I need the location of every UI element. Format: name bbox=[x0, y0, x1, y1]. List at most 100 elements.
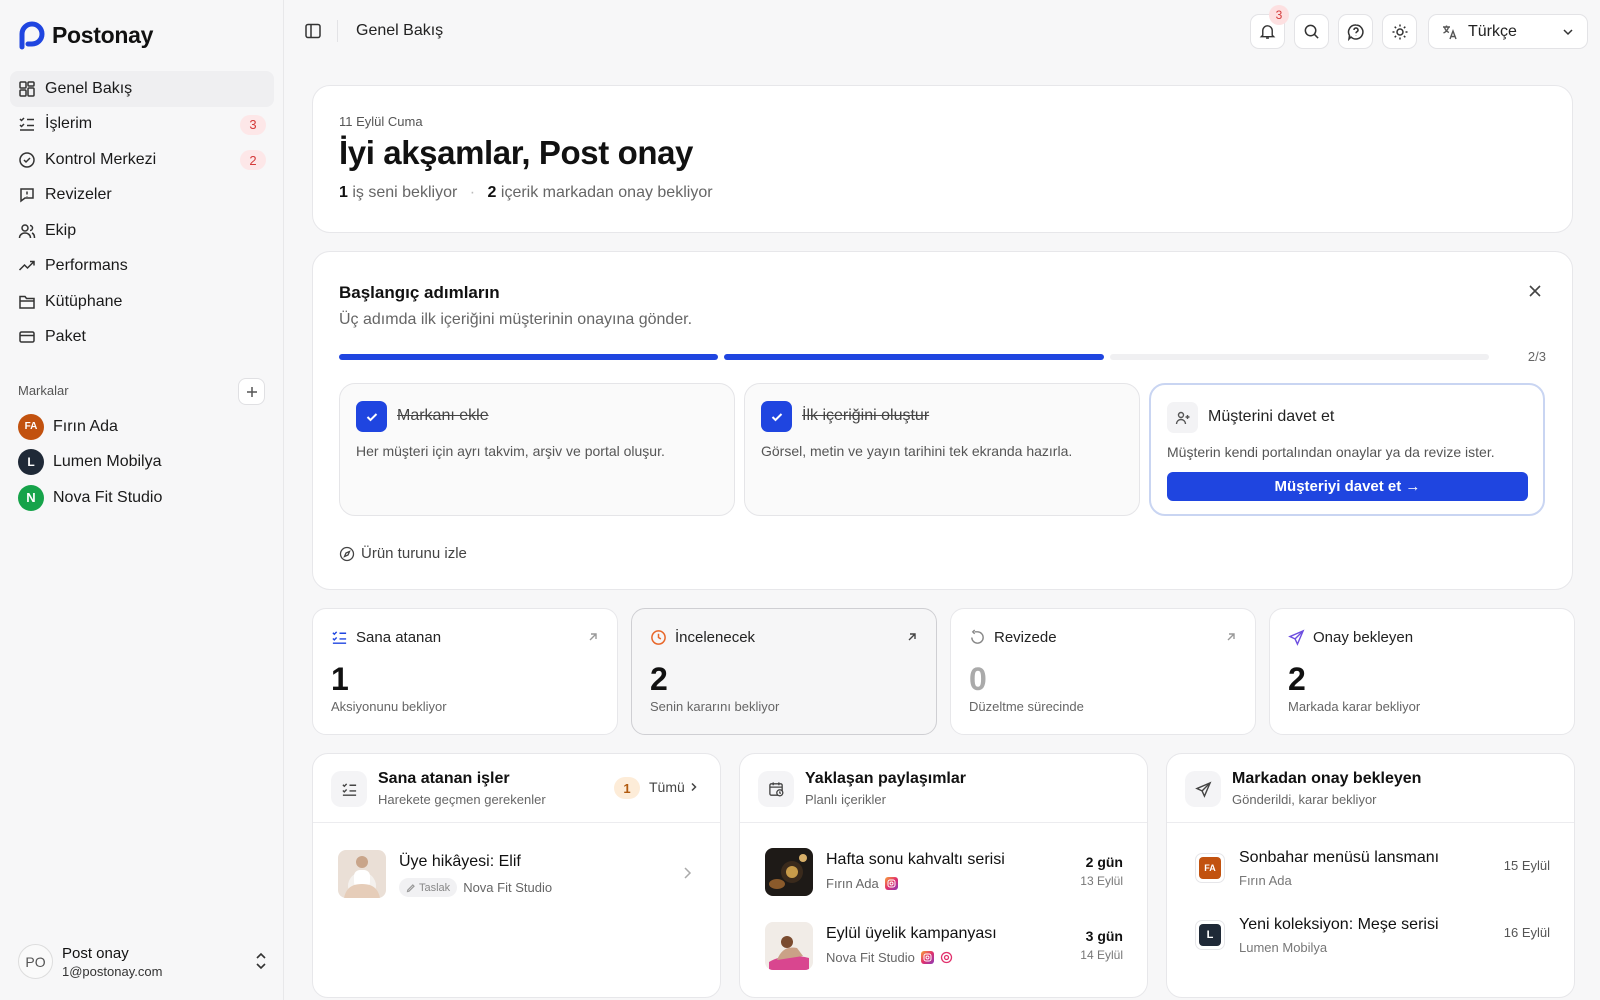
nav-item-islerim[interactable]: İşlerim 3 bbox=[10, 107, 274, 143]
brand-initials: FA bbox=[1199, 857, 1221, 879]
dashboard-icon bbox=[19, 81, 35, 97]
product-tour-link[interactable]: Ürün turunu izle bbox=[339, 545, 467, 562]
stat-value: 0 bbox=[969, 661, 987, 697]
brand-avatar: FA bbox=[1195, 853, 1225, 883]
step-title: İlk içeriğini oluştur bbox=[802, 407, 930, 424]
stat-card-assigned[interactable]: Sana atanan 1 Aksiyonunu bekliyor bbox=[312, 608, 618, 735]
step-title: Müşterini davet et bbox=[1208, 408, 1335, 425]
nav-item-paket[interactable]: Paket bbox=[10, 320, 274, 356]
users-icon bbox=[18, 224, 36, 238]
task-title: Üye hikâyesi: Elif bbox=[399, 853, 521, 870]
pending-approval-panel: Markadan onay bekleyen Gönderildi, karar… bbox=[1166, 753, 1575, 998]
stat-label: Revizede bbox=[994, 629, 1057, 646]
user-menu[interactable]: PO Post onay 1@postonay.com bbox=[18, 944, 268, 979]
approval-row[interactable]: FA Sonbahar menüsü lansmanı Fırın Ada 15… bbox=[1167, 837, 1574, 907]
post-brand: Nova Fit Studio bbox=[826, 950, 915, 965]
app-logo[interactable]: Postonay bbox=[18, 20, 153, 50]
sun-icon bbox=[1392, 24, 1407, 39]
relative-time: 3 gün bbox=[1085, 928, 1123, 944]
nav-label: Genel Bakış bbox=[45, 79, 133, 97]
list-check-icon bbox=[331, 771, 367, 807]
step-description: Görsel, metin ve yayın tarihini tek ekra… bbox=[761, 443, 1073, 459]
task-brand: Nova Fit Studio bbox=[463, 880, 553, 895]
waiting-count: 1 bbox=[339, 184, 348, 201]
brand-list: FA Fırın Ada L Lumen Mobilya N Nova Fit … bbox=[10, 409, 274, 516]
assigned-tasks-panel: Sana atanan işler Harekete geçmen gereke… bbox=[312, 753, 721, 998]
panel-subtitle: Planlı içerikler bbox=[805, 792, 886, 807]
stat-value: 2 bbox=[650, 661, 668, 697]
separator-dot: · bbox=[469, 184, 476, 201]
stat-card-in-revision[interactable]: Revizede 0 Düzeltme sürecinde bbox=[950, 608, 1256, 735]
step-description: Her müşteri için ayrı takvim, arşiv ve p… bbox=[356, 443, 665, 459]
approval-brand: Fırın Ada bbox=[1239, 873, 1292, 888]
chevron-down-icon bbox=[1563, 29, 1573, 36]
task-row[interactable]: Üye hikâyesi: Elif Taslak Nova Fit Studi… bbox=[313, 839, 720, 909]
brand-name: Nova Fit Studio bbox=[53, 488, 163, 506]
nav-item-kutuphane[interactable]: Kütüphane bbox=[10, 284, 274, 320]
user-email: 1@postonay.com bbox=[62, 963, 163, 979]
panel-title: Sana atanan işler bbox=[378, 770, 510, 787]
upcoming-post-row[interactable]: Eylül üyelik kampanyası Nova Fit Studio … bbox=[740, 911, 1147, 981]
arrow-up-right-icon bbox=[1227, 633, 1235, 641]
add-brand-button[interactable] bbox=[238, 378, 265, 405]
post-title: Eylül üyelik kampanyası bbox=[826, 925, 997, 942]
upcoming-posts-panel: Yaklaşan paylaşımlar Planlı içerikler Ha… bbox=[739, 753, 1148, 998]
nav-item-revizeler[interactable]: Revizeler bbox=[10, 178, 274, 214]
help-button[interactable] bbox=[1338, 14, 1373, 49]
nav-label: Paket bbox=[45, 328, 86, 346]
card-icon bbox=[19, 331, 35, 343]
compass-icon bbox=[339, 546, 355, 561]
upcoming-post-row[interactable]: Hafta sonu kahvaltı serisi Fırın Ada 2 g… bbox=[740, 837, 1147, 907]
close-icon[interactable] bbox=[1528, 284, 1542, 298]
view-all-label: Tümü bbox=[649, 779, 685, 795]
send-icon bbox=[1185, 771, 1221, 807]
notifications-button[interactable]: 3 bbox=[1250, 5, 1289, 49]
clock-icon bbox=[651, 630, 666, 645]
brand-item-firin-ada[interactable]: FA Fırın Ada bbox=[10, 409, 274, 445]
step-card-create-content[interactable]: İlk içeriğini oluştur Görsel, metin ve y… bbox=[744, 383, 1140, 516]
approval-row[interactable]: L Yeni koleksiyon: Meşe serisi Lumen Mob… bbox=[1167, 904, 1574, 974]
count-badge: 1 bbox=[614, 777, 640, 799]
brand-initials: L bbox=[1199, 924, 1221, 946]
nav-item-genel-bakis[interactable]: Genel Bakış bbox=[10, 71, 274, 107]
approval-text: içerik markadan onay bekliyor bbox=[500, 184, 713, 201]
nav-item-performans[interactable]: Performans bbox=[10, 249, 274, 285]
pencil-icon bbox=[406, 883, 415, 892]
stat-subtitle: Senin kararını bekliyor bbox=[650, 699, 780, 714]
help-icon bbox=[1347, 23, 1364, 41]
progress-count: 2/3 bbox=[1527, 349, 1546, 364]
onboarding-title: Başlangıç adımların bbox=[339, 283, 500, 302]
theme-toggle-button[interactable] bbox=[1382, 14, 1417, 49]
step-card-add-brand[interactable]: Markanı ekle Her müşteri için ayrı takvi… bbox=[339, 383, 735, 516]
status-label: Taslak bbox=[419, 881, 451, 894]
brand-avatar: N bbox=[18, 484, 44, 511]
arrow-up-right-icon bbox=[589, 633, 597, 641]
panel-subtitle: Gönderildi, karar bekliyor bbox=[1232, 792, 1377, 807]
invite-client-button[interactable]: Müşteriyi davet et → bbox=[1167, 472, 1528, 501]
nav-item-kontrol-merkezi[interactable]: Kontrol Merkezi 2 bbox=[10, 142, 274, 178]
chevron-right-icon bbox=[684, 867, 692, 879]
search-button[interactable] bbox=[1294, 14, 1329, 49]
language-value: Türkçe bbox=[1468, 22, 1517, 40]
view-all-link[interactable]: Tümü bbox=[649, 779, 699, 795]
brand-item-nova-fit-studio[interactable]: N Nova Fit Studio bbox=[10, 480, 274, 516]
panel-title: Yaklaşan paylaşımlar bbox=[805, 770, 966, 787]
post-title: Hafta sonu kahvaltı serisi bbox=[826, 851, 1005, 868]
onboarding-card: Başlangıç adımların Üç adımda ilk içeriğ… bbox=[312, 251, 1573, 590]
brand-name: Lumen Mobilya bbox=[53, 453, 162, 471]
stat-card-pending-approval[interactable]: Onay bekleyen 2 Markada karar bekliyor bbox=[1269, 608, 1575, 735]
app-name: Postonay bbox=[52, 21, 154, 48]
greeting-summary: 1 iş seni bekliyor · 2 içerik markadan o… bbox=[339, 184, 713, 202]
nav-item-ekip[interactable]: Ekip bbox=[10, 213, 274, 249]
greeting-title: İyi akşamlar, Post onay bbox=[339, 134, 693, 171]
sidebar-toggle-icon[interactable] bbox=[304, 22, 322, 40]
brand-item-lumen-mobilya[interactable]: L Lumen Mobilya bbox=[10, 445, 274, 481]
stat-card-to-review[interactable]: İncelenecek 2 Senin kararını bekliyor bbox=[631, 608, 937, 735]
rotate-icon bbox=[971, 629, 984, 644]
chevron-right-icon bbox=[691, 782, 697, 792]
user-name: Post onay bbox=[62, 944, 129, 962]
postonay-logo-icon bbox=[18, 20, 46, 50]
step-title: Markanı ekle bbox=[397, 407, 489, 424]
trend-icon bbox=[18, 261, 35, 271]
language-select[interactable]: Türkçe bbox=[1428, 14, 1588, 49]
